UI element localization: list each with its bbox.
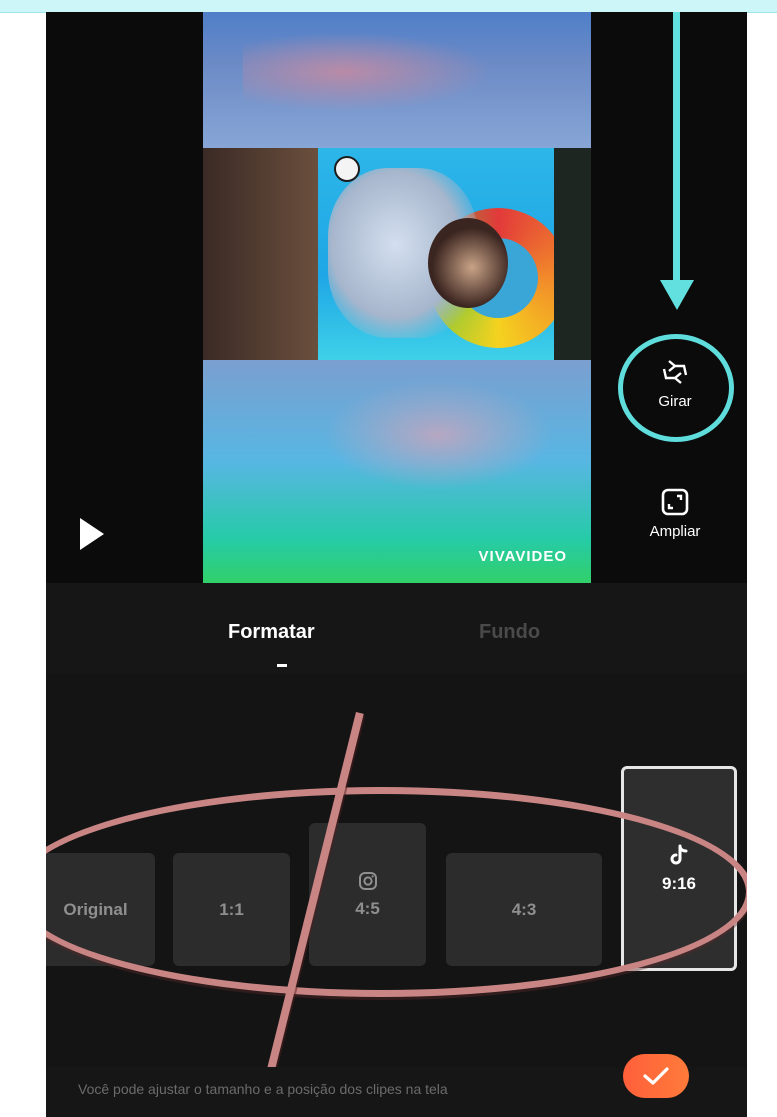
active-tab-indicator	[277, 664, 287, 667]
bottom-bar: Você pode ajustar o tamanho e a posição …	[46, 1054, 747, 1117]
confirm-button[interactable]	[623, 1054, 689, 1098]
tab-fundo[interactable]: Fundo	[479, 621, 540, 644]
hint-text: Você pode ajustar o tamanho e a posição …	[78, 1081, 448, 1097]
frame-right-edge	[554, 148, 591, 360]
aspect-ratio-panel: Original 1:1 4:5 4:3 9:16	[46, 673, 747, 1093]
video-preview[interactable]: VIVAVIDEO	[203, 12, 591, 583]
watermark-logo: VIVAVIDEO	[478, 548, 567, 565]
frame-left-edge	[203, 148, 318, 360]
annotation-ellipse	[46, 787, 747, 997]
blurred-background-top	[203, 12, 591, 148]
annotation-circle	[618, 334, 734, 442]
zoom-label: Ampliar	[649, 523, 701, 540]
annotation-arrow-shaft	[673, 12, 680, 284]
person-head	[428, 218, 508, 308]
zoom-button[interactable]: Ampliar	[635, 487, 715, 540]
expand-icon	[661, 488, 689, 516]
sticker-graphic	[334, 156, 360, 182]
check-icon	[643, 1067, 669, 1085]
frame-scene	[318, 148, 568, 360]
annotation-arrow-head	[660, 280, 694, 310]
tabs-bar: Formatar Fundo	[46, 583, 747, 674]
video-frame	[203, 148, 591, 360]
video-editor-app: VIVAVIDEO Girar Ampliar Formatar Fundo O…	[46, 12, 747, 1117]
play-button[interactable]	[80, 518, 104, 550]
tab-formatar[interactable]: Formatar	[228, 621, 315, 644]
